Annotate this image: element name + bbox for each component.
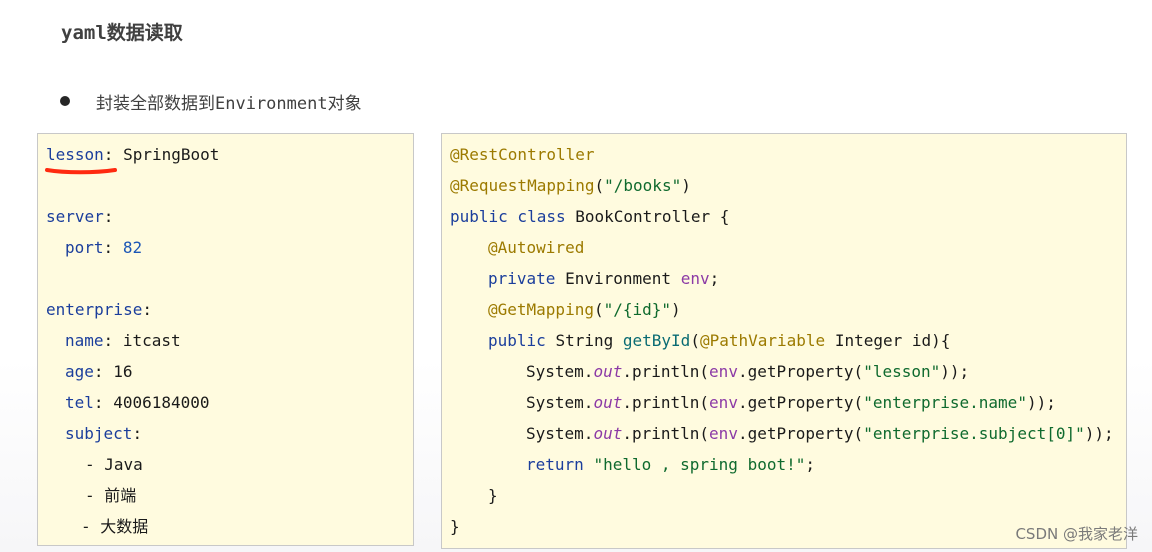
method-name: getById [622,331,691,350]
bullet-text: 封装全部数据到Environment对象 [96,93,362,114]
yaml-value: SpringBoot [123,145,220,164]
keyword: public [488,331,546,350]
colon: : [103,238,114,257]
yaml-subject-item: - Java [85,455,143,474]
string-literal: "enterprise.subject[0]" [863,424,1085,443]
yaml-key: server [46,207,104,226]
colon: : [103,145,114,164]
java-code-panel: @RestController @RequestMapping("/books"… [441,133,1127,549]
code-text: .getProperty( [737,424,864,443]
code-line: System.out.println(env.getProperty("ente… [526,393,1056,412]
code-line: @GetMapping("/{id}") [488,300,681,319]
code-text: System. [526,424,594,443]
static-field: out [593,362,623,381]
colon: : [93,362,104,381]
code-line: public class BookController { [450,207,730,226]
yaml-value: itcast [122,331,181,350]
string-literal: "/{id}" [603,300,672,319]
annotation: @PathVariable [699,331,826,350]
yaml-key: subject [65,424,133,443]
yaml-key: name [65,331,104,350]
yaml-subject-item: - 前端 [85,486,137,505]
code-line: System.out.println(env.getProperty("ente… [526,424,1114,443]
colon: : [142,300,152,319]
string-literal: "enterprise.name" [863,393,1027,412]
code-line: @RequestMapping("/books") [450,176,691,195]
red-underline-annotation [45,168,117,175]
page-title: yaml数据读取 [61,22,183,44]
yaml-code-panel: lesson: SpringBoot server: port: 82 ente… [37,133,414,546]
colon: : [93,393,104,412]
yaml-key: tel [65,393,94,412]
class-name: BookController [575,207,711,226]
yaml-value: 16 [113,362,133,381]
code-text: .getProperty( [737,393,864,412]
type: Environment [565,269,672,288]
yaml-key: age [65,362,94,381]
field: env [680,269,710,288]
keyword: public class [450,207,566,226]
yaml-line-subject: subject: [65,422,142,446]
keyword: return [526,455,584,474]
colon: : [103,331,114,350]
yaml-line-server: server: [46,205,113,229]
yaml-value: 4006184000 [113,393,210,412]
code-line: @RestController [450,143,595,167]
yaml-line-tel: tel: 4006184000 [65,391,210,415]
watermark: CSDN @我家老洋 [1015,525,1138,543]
static-field: out [593,393,623,412]
field: env [709,393,738,412]
code-text: .println( [622,424,710,443]
bullet-dot-icon [60,96,70,106]
annotation: @RestController [450,145,595,164]
colon: : [132,424,143,443]
string-literal: "/books" [604,176,682,195]
static-field: out [593,424,623,443]
code-line: System.out.println(env.getProperty("less… [526,362,970,381]
code-line: return "hello , spring boot!"; [526,455,815,474]
annotation: @Autowired [488,238,585,257]
annotation: @RequestMapping [450,176,595,195]
yaml-line-lesson: lesson: SpringBoot [46,143,219,167]
code-text: .println( [622,362,710,381]
code-line: } [450,517,460,536]
yaml-line-age: age: 16 [65,360,132,384]
code-line: @Autowired [488,236,584,260]
code-line: private Environment env; [488,269,720,288]
yaml-value: 82 [122,238,143,257]
code-line: } [488,486,498,505]
yaml-line-port: port: 82 [65,236,142,260]
yaml-subject-item: - 大数据 [81,517,149,536]
field: env [709,424,738,443]
code-text: System. [526,362,594,381]
keyword: private [488,269,556,288]
annotation: @GetMapping [488,300,594,319]
field: env [709,362,738,381]
code-text: .println( [622,393,710,412]
type: String [555,331,614,350]
string-literal: "hello , spring boot!" [593,455,806,474]
yaml-line-name: name: itcast [65,329,181,353]
code-text: .getProperty( [737,362,864,381]
bullet-point: 封装全部数据到Environment对象 [60,88,362,114]
code-line: public String getById(@PathVariable Inte… [488,331,951,350]
yaml-key: enterprise [46,300,143,319]
yaml-line-enterprise: enterprise: [46,298,152,322]
colon: : [103,207,114,226]
code-text: System. [526,393,594,412]
string-literal: "lesson" [863,362,941,381]
yaml-key: lesson [46,145,104,164]
yaml-key: port [65,238,104,257]
parameter: Integer id [834,331,932,350]
